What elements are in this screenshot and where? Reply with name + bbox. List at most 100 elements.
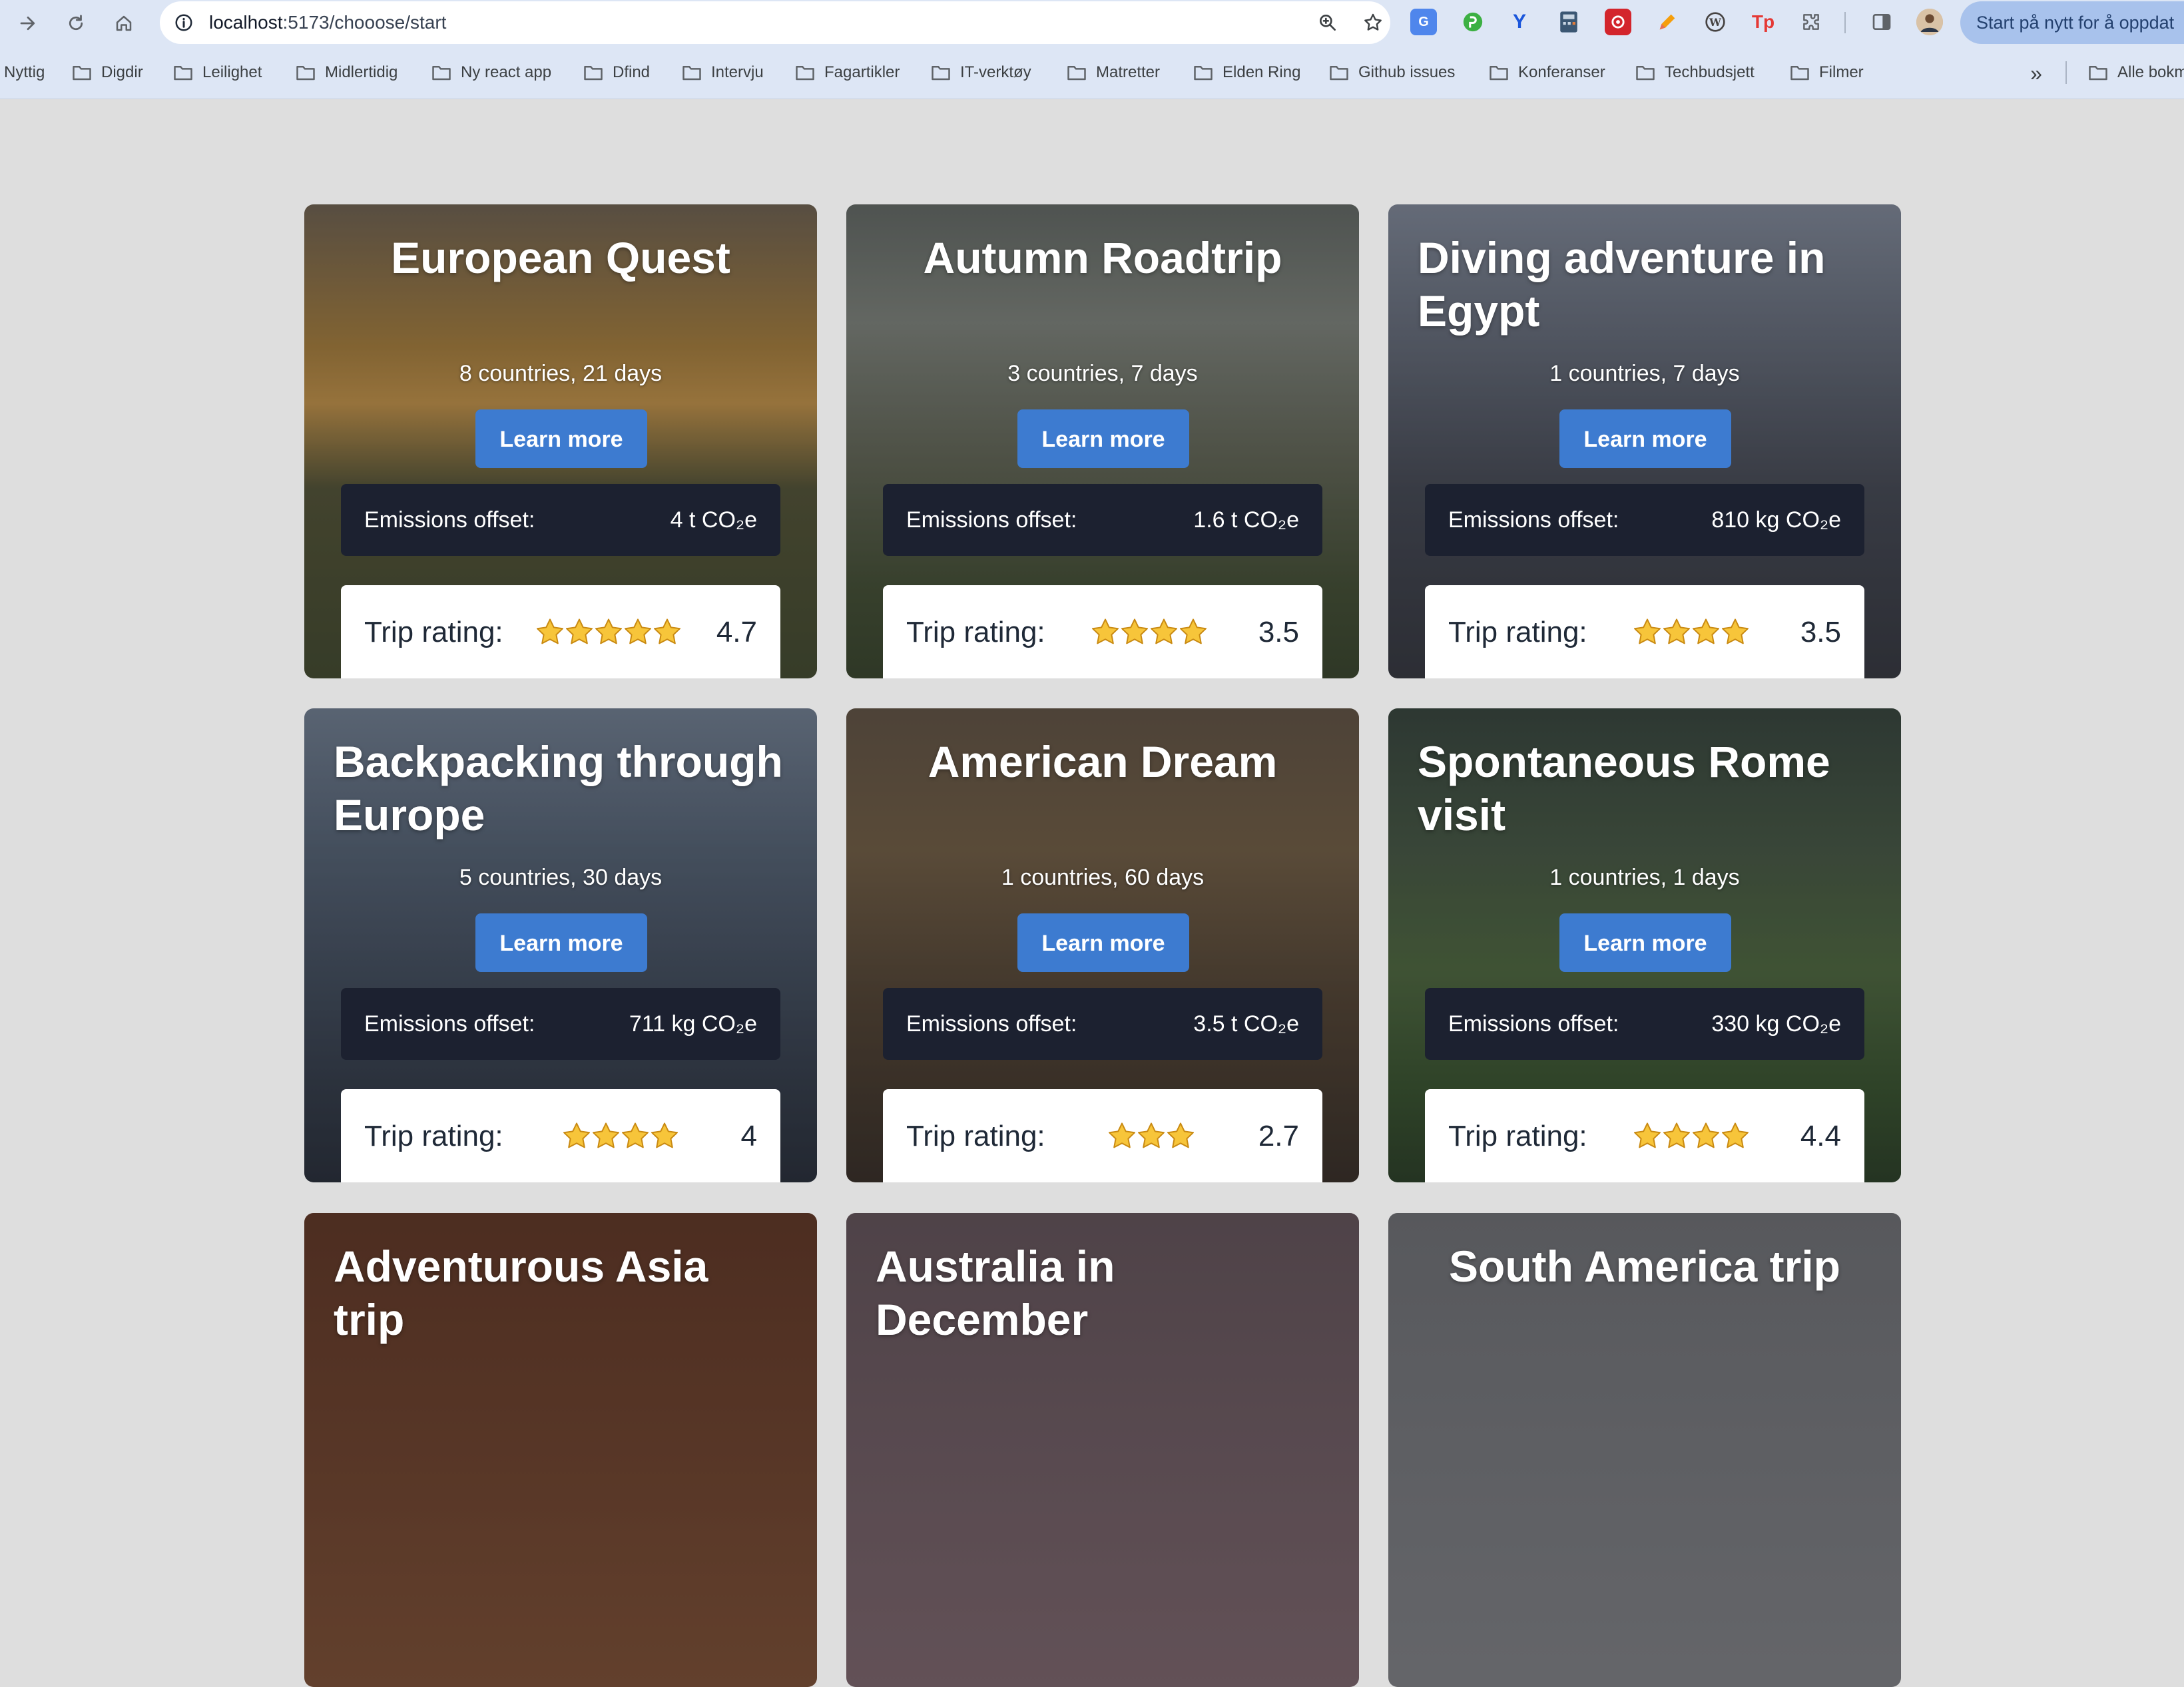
pencil-extension-icon[interactable] <box>1654 9 1681 35</box>
bookmark-all-bookmarks[interactable]: Alle bokm <box>2088 60 2184 85</box>
bookmark-elden-ring[interactable]: Elden Ring <box>1193 60 1300 85</box>
red-extension-icon[interactable] <box>1605 9 1631 35</box>
reload-icon[interactable] <box>59 6 93 41</box>
folder-icon <box>296 66 315 81</box>
site-info-icon[interactable] <box>172 11 196 35</box>
emissions-value: 4 t CO₂e <box>670 507 757 533</box>
star-icon <box>1693 618 1719 644</box>
emissions-value: 330 kg CO₂e <box>1711 1011 1841 1037</box>
rating-value: 4.7 <box>716 616 757 648</box>
home-icon[interactable] <box>107 6 141 41</box>
bookmark-label: Fagartikler <box>824 63 900 81</box>
bookmark-it-verktoy[interactable]: IT-verktøy <box>931 60 1031 85</box>
bookmark-fagartikler[interactable]: Fagartikler <box>795 60 900 85</box>
restart-to-update-label: Start på nytt for å oppdat <box>1976 13 2175 33</box>
y-extension-icon[interactable]: Y <box>1506 9 1533 35</box>
bookmark-intervju[interactable]: Intervju <box>682 60 764 85</box>
trip-card: Adventurous Asia trip <box>304 1213 817 1687</box>
rating-value: 3.5 <box>1800 616 1841 648</box>
learn-more-button[interactable]: Learn more <box>1017 913 1189 972</box>
tp-extension-icon[interactable]: Tp <box>1750 9 1776 35</box>
bookmark-matretter[interactable]: Matretter <box>1067 60 1160 85</box>
folder-icon <box>73 66 91 81</box>
star-icon <box>651 1122 678 1148</box>
wordpress-extension-icon[interactable]: W <box>1702 9 1729 35</box>
puzzle-extensions-icon[interactable] <box>1798 9 1824 35</box>
trip-summary: 5 countries, 30 days <box>459 865 663 890</box>
forward-icon[interactable] <box>11 6 45 41</box>
trip-summary: 1 countries, 7 days <box>1549 361 1740 386</box>
star-icon <box>1634 618 1661 644</box>
bookmark-label: Digdir <box>101 63 143 81</box>
emissions-offset-panel: Emissions offset: 330 kg CO₂e <box>1425 988 1864 1060</box>
bookmark-konferanser[interactable]: Konferanser <box>1489 60 1605 85</box>
more-bookmarks-icon[interactable]: » <box>2024 61 2048 85</box>
zoom-icon[interactable] <box>1313 8 1342 37</box>
rating-label: Trip rating: <box>364 616 503 648</box>
bookmark-label: Intervju <box>711 63 764 81</box>
folder-icon <box>432 66 451 81</box>
emissions-offset-panel: Emissions offset: 810 kg CO₂e <box>1425 484 1864 556</box>
star-icon <box>563 1122 590 1148</box>
bookmark-label: Github issues <box>1358 63 1456 81</box>
green-extension-icon[interactable] <box>1460 9 1486 35</box>
svg-text:W: W <box>1709 16 1722 29</box>
emissions-offset-panel: Emissions offset: 711 kg CO₂e <box>341 988 780 1060</box>
bookmark-leilighet[interactable]: Leilighet <box>173 60 262 85</box>
emissions-value: 810 kg CO₂e <box>1711 507 1841 533</box>
learn-more-button[interactable]: Learn more <box>1559 913 1731 972</box>
bookmark-ny-react-app[interactable]: Ny react app <box>431 60 551 85</box>
folder-icon <box>682 66 701 81</box>
trip-title: South America trip <box>1449 1242 1840 1291</box>
bookmark-techbudsjett[interactable]: Techbudsjett <box>1635 60 1755 85</box>
trip-rating-panel: Trip rating: 4.7 <box>341 585 780 678</box>
toolbar-divider <box>1844 12 1846 33</box>
trip-rating-panel: Trip rating: 4 <box>341 1089 780 1182</box>
calculator-extension-icon[interactable] <box>1555 9 1582 35</box>
emissions-value: 711 kg CO₂e <box>629 1011 757 1037</box>
star-icon <box>1663 1122 1690 1148</box>
star-icon <box>566 618 593 644</box>
address-bar[interactable]: localhost:5173/chooose/start <box>160 1 1390 44</box>
emissions-label: Emissions offset: <box>1448 507 1619 533</box>
rating-label: Trip rating: <box>1448 1120 1587 1152</box>
learn-more-button[interactable]: Learn more <box>475 913 647 972</box>
trip-rating-panel: Trip rating: 2.7 <box>883 1089 1322 1182</box>
rating-stars <box>1106 1118 1194 1154</box>
emissions-label: Emissions offset: <box>364 1011 535 1037</box>
bookmark-label: Ny react app <box>461 63 552 81</box>
bookmark-label: IT-verktøy <box>960 63 1031 81</box>
learn-more-button[interactable]: Learn more <box>475 409 647 468</box>
folder-icon <box>932 66 950 81</box>
bookmark-nyttig[interactable]: Nyttig <box>4 60 45 85</box>
bookmark-label: Matretter <box>1096 63 1161 81</box>
trip-rating-panel: Trip rating: 4.4 <box>1425 1089 1864 1182</box>
bookmark-digdir[interactable]: Digdir <box>72 60 143 85</box>
bookmark-filmer[interactable]: Filmer <box>1790 60 1864 85</box>
restart-to-update-button[interactable]: Start på nytt for å oppdat <box>1960 1 2184 44</box>
translate-extension-icon[interactable]: G <box>1410 9 1437 35</box>
bookmark-label: Alle bokm <box>2117 63 2184 81</box>
star-icon <box>1722 1122 1749 1148</box>
trip-card: Backpacking through Europe 5 countries, … <box>304 708 817 1182</box>
bookmark-star-icon[interactable] <box>1358 8 1388 37</box>
trip-card: Australia in December <box>846 1213 1359 1687</box>
trip-title: Backpacking through Europe <box>334 737 783 840</box>
emissions-offset-panel: Emissions offset: 1.6 t CO₂e <box>883 484 1322 556</box>
star-icon <box>537 618 563 644</box>
side-panel-icon[interactable] <box>1868 9 1895 35</box>
bookmark-midlertidig[interactable]: Midlertidig <box>296 60 398 85</box>
learn-more-button[interactable]: Learn more <box>1017 409 1189 468</box>
profile-avatar[interactable] <box>1916 9 1943 35</box>
trip-title: Spontaneous Rome visit <box>1418 737 1830 840</box>
rating-label: Trip rating: <box>906 1120 1045 1152</box>
bookmark-label: Filmer <box>1819 63 1864 81</box>
learn-more-button[interactable]: Learn more <box>1559 409 1731 468</box>
trip-title: Australia in December <box>876 1242 1115 1344</box>
bookmark-dfind[interactable]: Dfind <box>583 60 650 85</box>
emissions-label: Emissions offset: <box>364 507 535 533</box>
bookmark-github-issues[interactable]: Github issues <box>1329 60 1455 85</box>
folder-icon <box>1194 66 1213 81</box>
bookmarks-divider <box>2065 61 2067 84</box>
folder-icon <box>1636 66 1655 81</box>
